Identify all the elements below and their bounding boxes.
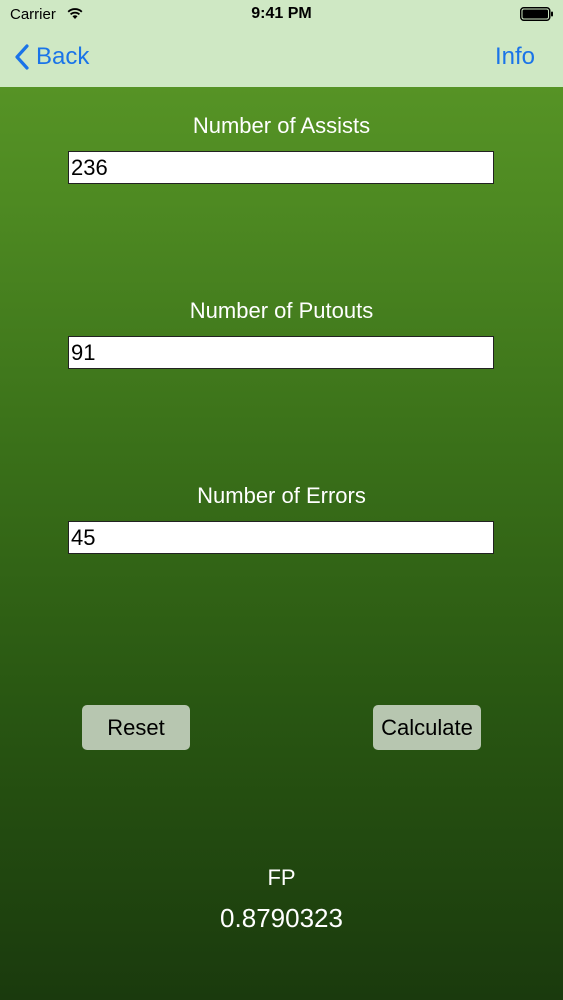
chevron-left-icon bbox=[15, 44, 29, 70]
back-button[interactable]: Back bbox=[14, 40, 89, 74]
putouts-input[interactable] bbox=[68, 336, 494, 369]
navigation-bar: Carrier 9:41 PM Back Info bbox=[0, 0, 563, 87]
errors-input[interactable] bbox=[68, 521, 494, 554]
assists-input[interactable] bbox=[68, 151, 494, 184]
battery-icon bbox=[520, 7, 553, 21]
app-screen: Carrier 9:41 PM Back Info Number of Assi… bbox=[0, 0, 563, 1000]
result-label: FP bbox=[267, 865, 296, 890]
info-button[interactable]: Info bbox=[495, 40, 535, 74]
errors-label: Number of Errors bbox=[197, 483, 366, 508]
assists-label: Number of Assists bbox=[192, 113, 371, 138]
status-bar: Carrier 9:41 PM bbox=[0, 0, 563, 30]
clock: 9:41 PM bbox=[251, 5, 312, 22]
result-value: 0.8790323 bbox=[220, 903, 343, 933]
calculate-button[interactable]: Calculate bbox=[373, 705, 481, 750]
reset-button[interactable]: Reset bbox=[82, 705, 190, 750]
putouts-label: Number of Putouts bbox=[189, 298, 374, 323]
back-button-label: Back bbox=[36, 43, 90, 70]
